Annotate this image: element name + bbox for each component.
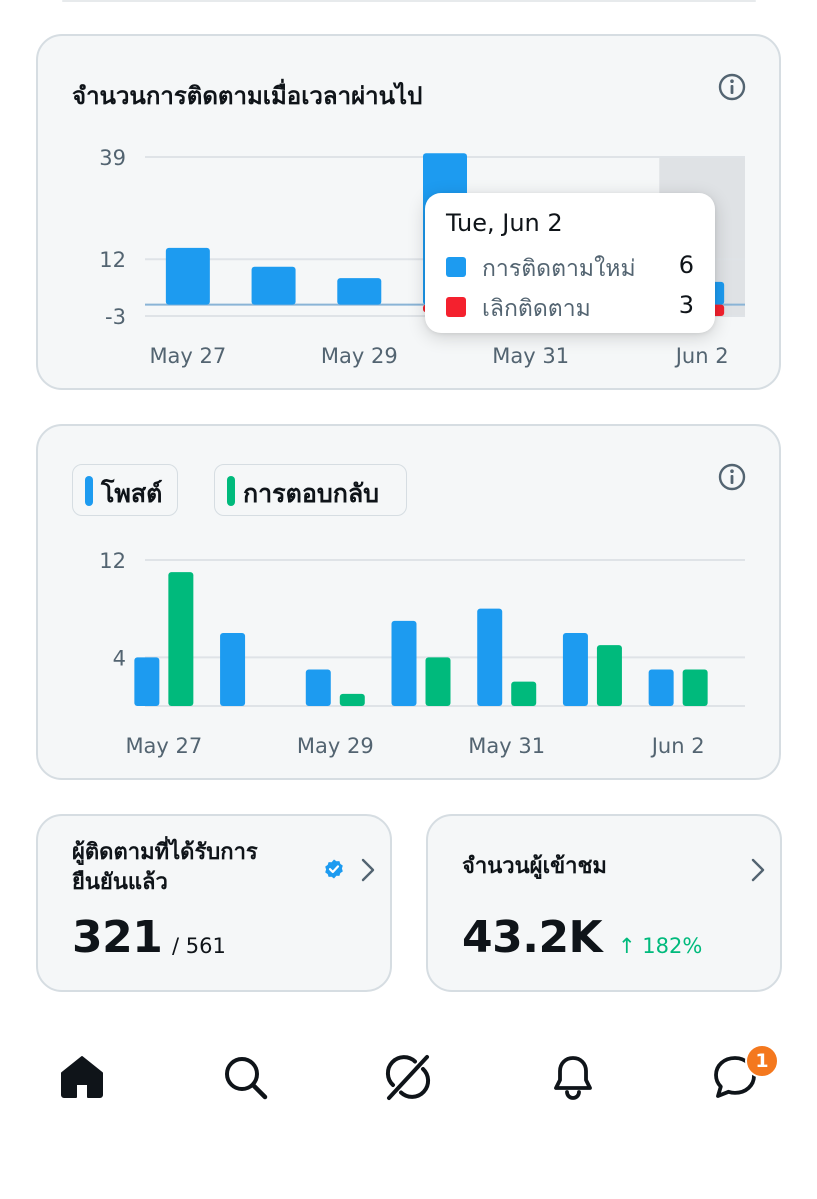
x-tick-label: Jun 2 (674, 344, 729, 368)
y-tick-label: 12 (99, 248, 126, 272)
y-tick-label: 12 (99, 549, 126, 573)
bar-posts (477, 608, 503, 706)
bar-replies (682, 669, 708, 706)
tooltip-value: 6 (678, 251, 694, 279)
tooltip-date: Tue, Jun 2 (446, 209, 563, 237)
impressions-card[interactable]: จำนวนผู้เข้าชม 43.2K ↑ 182% (426, 814, 782, 992)
x-tick-label: May 31 (492, 344, 569, 368)
verified-followers-total: / 561 (172, 934, 226, 958)
home-icon[interactable] (57, 1052, 107, 1102)
bar-new-follows (337, 278, 382, 305)
x-tick-label: May 29 (321, 344, 398, 368)
verified-followers-card[interactable]: ผู้ติดตามที่ได้รับการยืนยันแล้ว 321 / 56… (36, 814, 392, 992)
bar-replies (596, 645, 622, 706)
bar-posts (562, 633, 588, 706)
bar-posts (220, 633, 246, 706)
bar-posts (305, 669, 331, 706)
impressions-title: จำนวนผู้เข้าชม (462, 854, 607, 879)
legend-swatch (446, 297, 466, 317)
chevron-right-icon[interactable] (358, 856, 378, 884)
y-tick-label: 39 (99, 146, 126, 170)
bar-new-follows (165, 247, 210, 305)
bar-posts (134, 657, 160, 706)
previous-card-edge (62, 0, 756, 2)
impressions-count: 43.2K (462, 912, 603, 963)
bar-posts (648, 669, 674, 706)
y-tick-label: 4 (113, 646, 126, 670)
chart-tooltip: Tue, Jun 2 การติดตามใหม่ 6 เลิกติดตาม 3 (425, 193, 715, 333)
messages-unread-badge: 1 (745, 1044, 779, 1078)
x-tick-label: May 27 (149, 344, 226, 368)
chevron-right-icon[interactable] (748, 856, 768, 884)
x-tick-label: Jun 2 (650, 734, 705, 758)
grok-icon[interactable] (383, 1052, 433, 1102)
verified-badge-icon (325, 859, 343, 879)
notifications-icon[interactable] (548, 1052, 598, 1102)
bar-new-follows (251, 266, 296, 305)
bar-replies (511, 681, 537, 706)
verified-followers-title: ผู้ติดตามที่ได้รับการยืนยันแล้ว (72, 840, 258, 895)
impressions-change: ↑ 182% (618, 934, 703, 958)
tooltip-label: การติดตามใหม่ (482, 256, 636, 282)
bar-posts (391, 620, 417, 706)
y-tick-label: -3 (105, 305, 126, 329)
bar-replies (425, 657, 451, 706)
tooltip-label: เลิกติดตาม (482, 296, 591, 322)
tooltip-row-new-follows: การติดตามใหม่ 6 (446, 251, 694, 282)
x-tick-label: May 31 (468, 734, 545, 758)
verified-followers-count: 321 (72, 912, 163, 963)
search-icon[interactable] (220, 1052, 270, 1102)
followers-over-time-card: จำนวนการติดตามเมื่อเวลาผ่านไป 39 12 -3 May … (36, 34, 781, 390)
legend-swatch (446, 257, 466, 277)
tooltip-row-unfollows: เลิกติดตาม 3 (446, 291, 694, 322)
bar-replies (168, 572, 194, 706)
x-tick-label: May 29 (297, 734, 374, 758)
x-tick-label: May 27 (125, 734, 202, 758)
posts-replies-chart[interactable]: 12 4 May 27 May 29 May 31 Jun 2 (38, 426, 779, 778)
bar-replies (339, 693, 365, 706)
tooltip-value: 3 (678, 291, 694, 319)
posts-replies-card: โพสต์ การตอบกลับ 12 4 May 27 May 29 May 31 Ju… (36, 424, 781, 780)
